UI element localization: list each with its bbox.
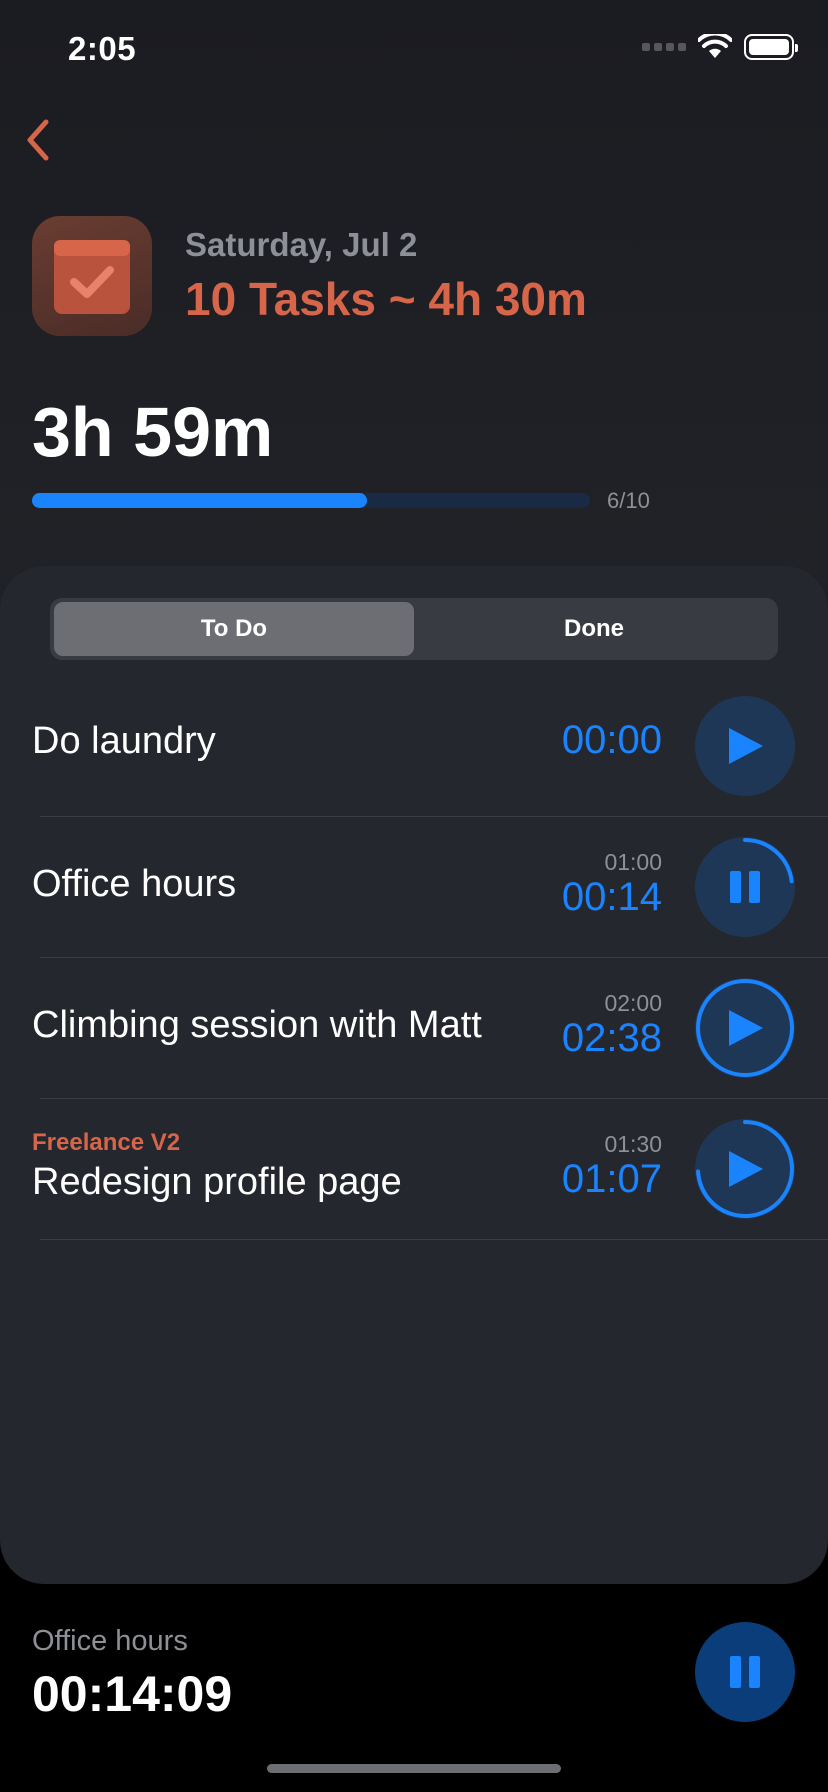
progress-ring (696, 979, 794, 1077)
total-time: 3h 59m (32, 393, 274, 471)
signal-icon (642, 43, 686, 51)
task-elapsed: 00:14 (561, 875, 662, 919)
task-row[interactable]: Freelance V2 Redesign profile page 01:30… (0, 1099, 828, 1240)
play-button[interactable] (695, 696, 795, 796)
tasks-summary: 10 Tasks ~ 4h 30m (185, 273, 587, 325)
tab-to-do[interactable]: To Do (54, 602, 414, 656)
task-target: 01:00 (604, 849, 662, 875)
progress-ring (696, 838, 794, 936)
active-pause-button[interactable] (695, 1622, 795, 1722)
screen: 2:05 Saturday, Jul 2 10 Tasks ~ 4h 30m 3… (0, 0, 828, 1792)
task-name: Climbing session with Matt (32, 1004, 482, 1046)
header-date: Saturday, Jul 2 (185, 226, 418, 263)
home-indicator (267, 1764, 561, 1773)
task-name: Office hours (32, 863, 237, 905)
task-target: 02:00 (604, 990, 662, 1016)
play-button[interactable] (695, 978, 795, 1078)
task-name: Redesign profile page (32, 1161, 402, 1203)
task-row[interactable]: Office hours 01:00 00:14 (0, 817, 828, 958)
progress-bar (32, 493, 590, 508)
task-name: Do laundry (32, 720, 216, 762)
wifi-icon (698, 34, 732, 58)
progress-fill (32, 493, 367, 508)
task-elapsed: 02:38 (561, 1016, 662, 1060)
battery-icon (744, 34, 798, 60)
progress-ring (696, 1120, 794, 1218)
status-time: 2:05 (68, 30, 137, 67)
task-row[interactable]: Climbing session with Matt 02:00 02:38 (0, 958, 828, 1099)
calendar-check-icon (32, 216, 152, 336)
play-button[interactable] (695, 1119, 795, 1219)
task-target: 01:30 (604, 1131, 662, 1157)
chevron-left-icon (27, 119, 49, 161)
status-icons (642, 34, 798, 60)
play-icon (729, 728, 763, 764)
segmented-control: To Do Done (50, 598, 778, 660)
task-project: Freelance V2 (32, 1129, 181, 1156)
divider (40, 1239, 828, 1240)
tab-done[interactable]: Done (414, 602, 774, 656)
pause-button[interactable] (695, 837, 795, 937)
task-row[interactable]: Do laundry 00:00 (0, 676, 828, 817)
active-task-label: Office hours (32, 1625, 188, 1657)
back-button[interactable] (24, 118, 64, 166)
task-elapsed: 00:00 (561, 718, 662, 762)
task-sheet: To Do Done Do laundry 00:00 Office hours… (0, 566, 828, 1584)
progress-count: 6/10 (607, 488, 650, 513)
pause-icon (730, 1656, 760, 1688)
task-elapsed: 01:07 (561, 1157, 662, 1201)
active-timer: 00:14:09 (32, 1666, 233, 1722)
